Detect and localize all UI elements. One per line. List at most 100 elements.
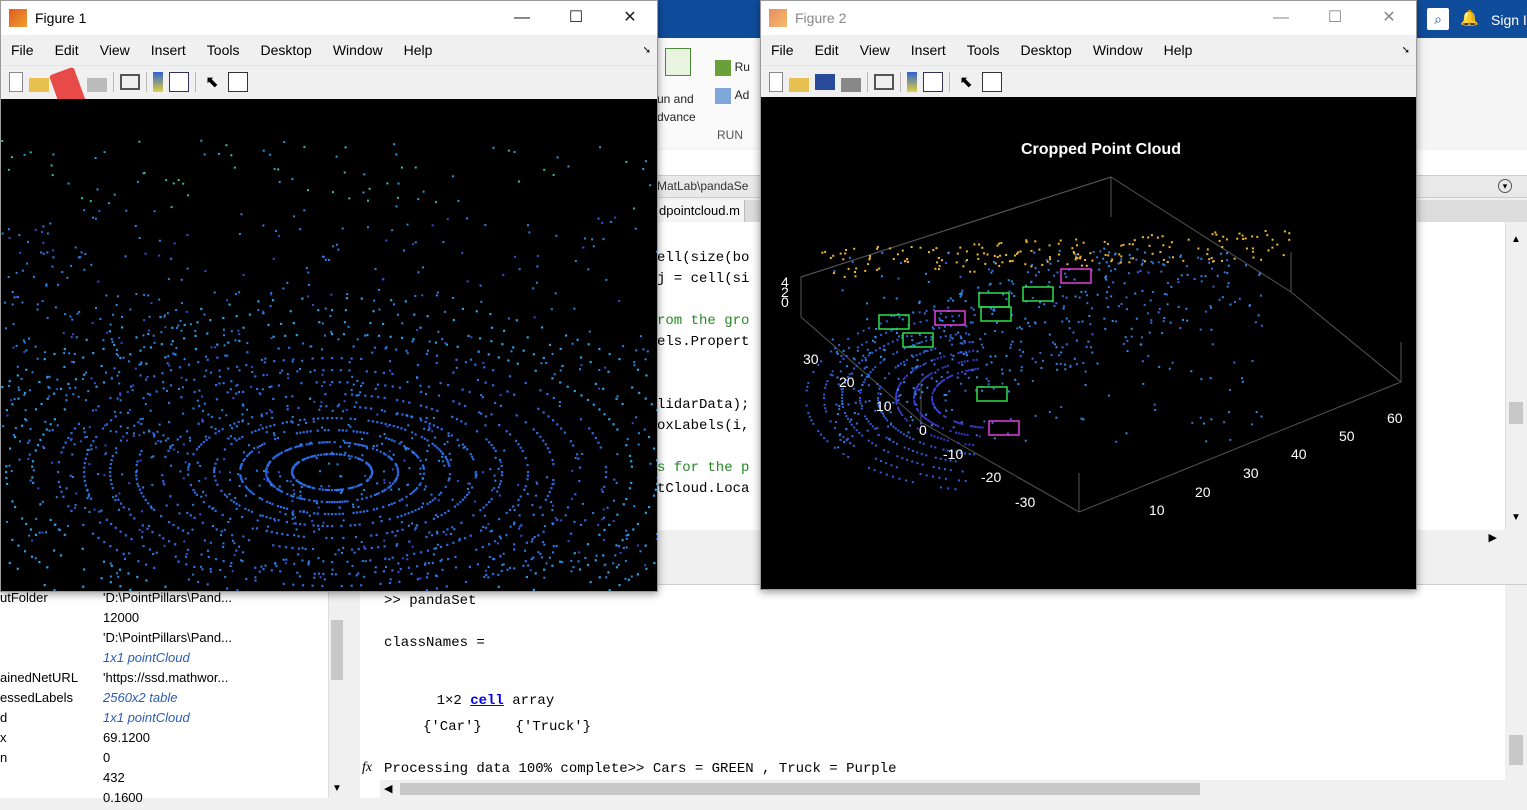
menu-view[interactable]: View (100, 42, 130, 58)
code-line: s for the p (657, 460, 749, 481)
menu-tools[interactable]: Tools (207, 42, 240, 58)
menu-edit[interactable]: Edit (55, 42, 79, 58)
scroll-up-icon[interactable]: ▲ (1511, 234, 1521, 245)
figure2-plot-canvas[interactable]: Cropped Point Cloud 4203020100-10-20-301… (761, 97, 1416, 589)
menu-help[interactable]: Help (404, 42, 433, 58)
workspace-row[interactable]: x69.1200 (0, 730, 333, 750)
run-and-advance-button[interactable]: un and dvance (657, 46, 717, 121)
variable-value[interactable]: 2560x2 table (103, 690, 333, 710)
fx-icon[interactable]: fx (362, 760, 372, 776)
variable-value[interactable]: 1x1 pointCloud (103, 710, 333, 730)
variable-name: d (0, 710, 103, 730)
menu-view[interactable]: View (860, 42, 890, 58)
run-section-button[interactable]: Ru (715, 58, 750, 78)
workspace-row[interactable]: 1x1 pointCloud (0, 650, 333, 670)
print-icon[interactable] (87, 78, 107, 92)
workspace-row[interactable]: 'D:\PointPillars\Pand... (0, 630, 333, 650)
matlab-logo-icon (769, 9, 787, 27)
cmd-hscroll-thumb[interactable] (400, 783, 1200, 795)
code-line (657, 355, 749, 376)
figure1-window[interactable]: Figure 1 — ☐ ✕ File Edit View Insert Tools De… (0, 0, 658, 592)
figure2-window[interactable]: Figure 2 — ☐ ✕ FileEditViewInsertToolsDe… (760, 0, 1417, 590)
workspace-row[interactable]: d1x1 pointCloud (0, 710, 333, 730)
select-pointer-icon[interactable]: ⬉ (202, 72, 222, 92)
workspace-row[interactable]: essedLabels2560x2 table (0, 690, 333, 710)
toolbar-separator (113, 72, 114, 92)
close-icon[interactable]: ✕ (603, 1, 657, 35)
open-file-icon[interactable] (789, 78, 809, 92)
open-file-icon[interactable] (29, 78, 49, 92)
scroll-down-icon[interactable]: ▼ (1511, 512, 1521, 523)
save-icon[interactable] (815, 74, 835, 90)
advance-button[interactable]: Ad (715, 86, 749, 106)
variable-name: utFolder (0, 590, 103, 610)
dock-arrow-icon[interactable]: ➘ (643, 45, 651, 56)
search-icon[interactable]: ⌕ (1427, 8, 1449, 30)
scroll-right-icon[interactable]: ▶ (1489, 531, 1497, 544)
menu-help[interactable]: Help (1164, 42, 1193, 58)
menu-insert[interactable]: Insert (151, 42, 186, 58)
variable-name (0, 650, 103, 670)
select-pointer-icon[interactable]: ⬉ (956, 72, 976, 92)
figure1-title: Figure 1 (35, 10, 86, 26)
new-figure-icon[interactable] (9, 72, 23, 92)
close-icon[interactable]: ✕ (1362, 1, 1416, 35)
menu-edit[interactable]: Edit (815, 42, 839, 58)
menu-file[interactable]: File (771, 42, 794, 58)
new-figure-icon[interactable] (769, 72, 783, 92)
editor-tab[interactable]: dpointcloud.m (655, 200, 745, 222)
menu-tools[interactable]: Tools (967, 42, 1000, 58)
x-tick-label: 60 (1387, 410, 1403, 426)
dock-arrow-icon[interactable]: ➘ (1402, 45, 1410, 56)
workspace-panel: utFolder'D:\PointPillars\Pand...12000'D:… (0, 590, 345, 798)
workspace-row[interactable]: utFolder'D:\PointPillars\Pand... (0, 590, 333, 610)
advance-icon (715, 88, 731, 104)
cell-doc-link[interactable]: cell (470, 693, 504, 709)
panel-options-icon[interactable]: ▾ (1498, 179, 1512, 193)
command-window-scrollbar[interactable] (1505, 585, 1527, 798)
colorbar-icon[interactable] (907, 72, 917, 92)
workspace-row[interactable]: ainedNetURL'https://ssd.mathwor... (0, 670, 333, 690)
legend-icon[interactable] (923, 72, 943, 92)
toolbar-separator (900, 72, 901, 92)
property-editor-icon[interactable] (982, 72, 1002, 92)
minimize-icon[interactable]: — (495, 1, 549, 35)
maximize-icon[interactable]: ☐ (549, 1, 603, 35)
property-editor-icon[interactable] (228, 72, 248, 92)
x-tick-label: 10 (1149, 502, 1165, 518)
menu-desktop[interactable]: Desktop (260, 42, 311, 58)
legend-icon[interactable] (169, 72, 189, 92)
bell-icon[interactable]: 🔔 (1460, 9, 1479, 27)
editor-vertical-scrollbar[interactable]: ▲ ▼ (1505, 222, 1527, 532)
cmd-scroll-left-icon[interactable]: ◀ (384, 782, 392, 795)
workspace-scrollbar[interactable]: ▼ (328, 590, 345, 798)
link-plot-icon[interactable] (120, 74, 140, 90)
command-window-hscrollbar[interactable]: ◀ (380, 780, 1505, 798)
menu-window[interactable]: Window (333, 42, 383, 58)
command-window[interactable]: >> pandaSet classNames = 1×2 cell array … (360, 585, 1505, 798)
menu-window[interactable]: Window (1093, 42, 1143, 58)
menu-file[interactable]: File (11, 42, 34, 58)
print-icon[interactable] (841, 78, 861, 92)
link-plot-icon[interactable] (874, 74, 894, 90)
scroll-thumb[interactable] (1509, 402, 1523, 424)
figure1-plot-canvas[interactable] (1, 99, 657, 591)
workspace-row[interactable]: 432 (0, 770, 333, 790)
x-tick-label: 30 (1243, 465, 1259, 481)
variable-value[interactable]: 1x1 pointCloud (103, 650, 333, 670)
workspace-scroll-down-icon[interactable]: ▼ (332, 783, 342, 794)
workspace-scroll-thumb[interactable] (331, 620, 343, 680)
x-tick-label: 50 (1339, 428, 1355, 444)
workspace-row[interactable]: 0.1600 (0, 790, 333, 810)
sign-in-link[interactable]: Sign I (1491, 12, 1527, 28)
workspace-row[interactable]: 12000 (0, 610, 333, 630)
menu-insert[interactable]: Insert (911, 42, 946, 58)
maximize-icon[interactable]: ☐ (1308, 1, 1362, 35)
colorbar-icon[interactable] (153, 72, 163, 92)
minimize-icon[interactable]: — (1254, 1, 1308, 35)
code-line (657, 439, 749, 460)
variable-value: 12000 (103, 610, 333, 630)
cmd-scroll-thumb[interactable] (1509, 735, 1523, 765)
menu-desktop[interactable]: Desktop (1020, 42, 1071, 58)
workspace-row[interactable]: n0 (0, 750, 333, 770)
